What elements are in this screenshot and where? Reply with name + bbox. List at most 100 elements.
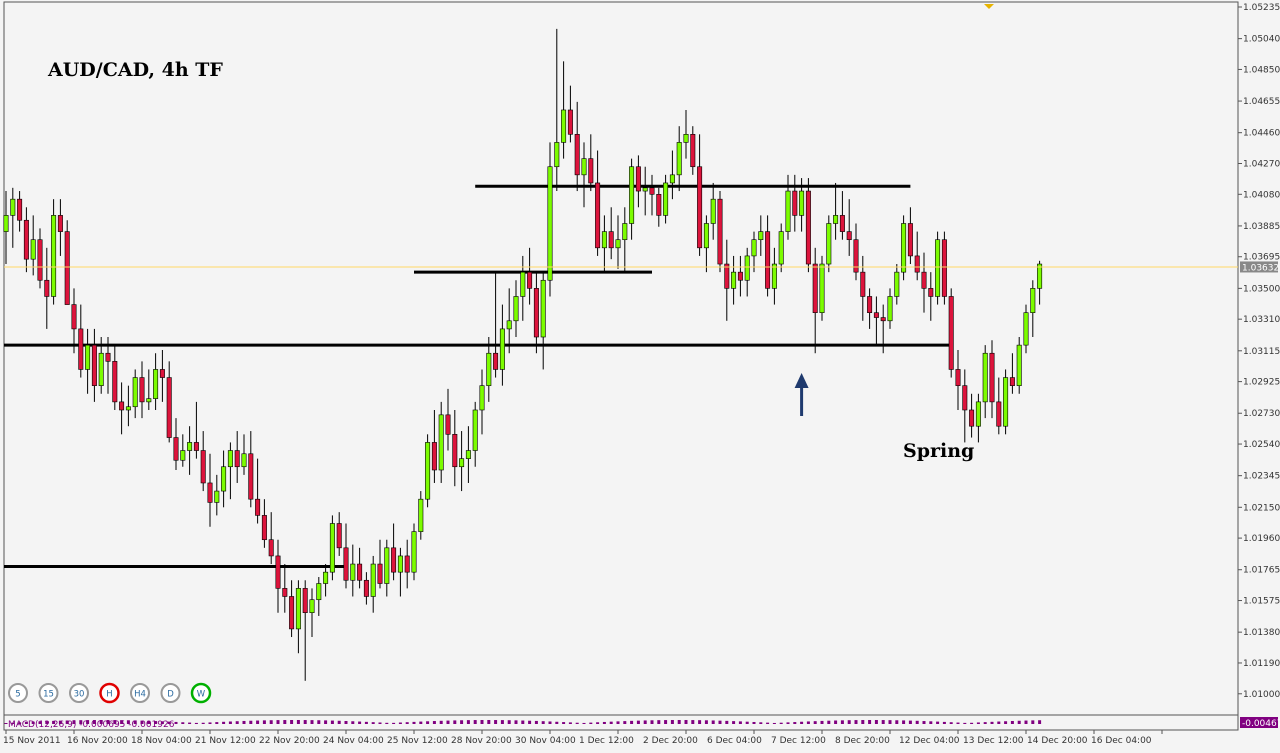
bear-candle-body xyxy=(962,385,968,411)
macd-bar xyxy=(432,721,436,724)
bull-candle-body xyxy=(1003,377,1009,427)
macd-bar xyxy=(385,722,389,724)
macd-bar xyxy=(779,722,783,724)
bull-candle-body xyxy=(125,406,131,411)
macd-bar xyxy=(330,720,334,724)
bear-candle-body xyxy=(391,547,397,573)
bull-candle-body xyxy=(10,198,16,216)
chart-window[interactable]: 1.05235 1.05040 1.04850 1.04655 1.04460 1.042… xyxy=(0,0,1280,749)
bear-candle-body xyxy=(119,401,125,411)
macd-bar xyxy=(636,720,640,724)
x-tick-label: 16 Dec 04:00 xyxy=(1091,736,1152,746)
bull-candle-body xyxy=(758,231,764,241)
macd-bar xyxy=(358,721,362,724)
macd-bar xyxy=(1024,720,1028,724)
bear-candle-body xyxy=(737,271,743,281)
timeframe-button-label: H4 xyxy=(134,690,146,700)
timeframe-button-w[interactable]: W xyxy=(190,682,212,704)
bull-candle-body xyxy=(51,215,57,297)
macd-bar xyxy=(813,721,817,724)
bull-candle-body xyxy=(622,223,628,241)
bear-candle-body xyxy=(873,312,879,318)
price-chart[interactable]: 1.05235 1.05040 1.04850 1.04655 1.04460 1.042… xyxy=(0,0,1280,749)
macd-bar xyxy=(269,720,273,724)
bear-candle-body xyxy=(941,239,947,297)
bull-candle-body xyxy=(329,523,335,573)
bear-candle-body xyxy=(255,498,261,516)
macd-bar xyxy=(630,720,634,724)
y-tick-label: 1.01190 xyxy=(1243,659,1280,669)
bull-candle-body xyxy=(397,555,403,573)
bear-candle-body xyxy=(377,563,383,584)
macd-bar xyxy=(317,720,321,724)
timeframe-button-h4[interactable]: H4 xyxy=(130,683,150,703)
macd-bar xyxy=(283,720,287,724)
chart-title: AUD/CAD, 4h TF xyxy=(47,59,223,81)
bear-candle-body xyxy=(792,190,798,216)
y-tick-label: 1.01575 xyxy=(1243,597,1280,607)
macd-bar xyxy=(908,720,912,724)
timeframe-button-h[interactable]: H xyxy=(99,682,120,704)
bull-candle-body xyxy=(465,450,471,459)
bull-candle-body xyxy=(629,166,635,224)
macd-bar xyxy=(725,720,729,724)
macd-bar xyxy=(174,721,178,724)
macd-bar xyxy=(997,721,1001,724)
macd-bar xyxy=(684,720,688,724)
macd-bar xyxy=(473,720,477,724)
y-tick-label: 1.03695 xyxy=(1243,253,1280,263)
bear-candle-body xyxy=(275,555,281,589)
macd-bar xyxy=(596,722,600,724)
x-tick-label: 15 Nov 2011 xyxy=(3,736,61,746)
bull-candle-body xyxy=(479,385,485,411)
y-tick-label: 1.02925 xyxy=(1243,378,1280,388)
timeframe-button-label: 30 xyxy=(74,690,85,700)
bear-candle-body xyxy=(336,523,342,549)
macd-bar xyxy=(752,721,756,724)
timeframe-button-label: D xyxy=(167,690,174,700)
macd-bar xyxy=(507,720,511,724)
bear-candle-body xyxy=(452,434,458,468)
macd-bar xyxy=(500,720,504,724)
bear-candle-body xyxy=(914,255,920,273)
bull-candle-body xyxy=(323,571,329,584)
timeframe-button-15[interactable]: 15 xyxy=(38,683,59,703)
macd-bar xyxy=(745,721,749,724)
bear-candle-body xyxy=(948,296,954,370)
macd-bar xyxy=(895,720,899,724)
x-tick-label: 18 Nov 04:00 xyxy=(131,736,192,746)
macd-bar xyxy=(303,720,307,724)
macd-bar xyxy=(453,720,457,724)
bull-candle-body xyxy=(751,239,757,257)
bull-candle-body xyxy=(316,583,322,601)
timeframe-button-d[interactable]: D xyxy=(160,683,181,703)
bear-candle-body xyxy=(268,539,274,557)
macd-bar xyxy=(956,722,960,724)
bull-candle-body xyxy=(295,588,301,630)
bear-candle-body xyxy=(357,563,363,581)
macd-bar xyxy=(711,720,715,724)
bear-candle-body xyxy=(91,344,97,386)
bear-candle-body xyxy=(404,555,410,573)
macd-bar xyxy=(582,722,586,724)
bull-candle-body xyxy=(221,466,227,492)
timeframe-button-30[interactable]: 30 xyxy=(69,683,89,703)
macd-bar xyxy=(677,720,681,724)
x-tick-label: 12 Dec 04:00 xyxy=(899,736,960,746)
bear-candle-body xyxy=(533,288,539,338)
bull-candle-body xyxy=(438,414,444,471)
x-tick-label: 22 Nov 20:00 xyxy=(259,736,320,746)
macd-bar xyxy=(446,720,450,724)
x-tick-label: 6 Dec 04:00 xyxy=(707,736,762,746)
timeframe-button-5[interactable]: 5 xyxy=(8,683,28,703)
bear-candle-body xyxy=(207,482,213,503)
candle xyxy=(826,215,832,273)
macd-bar xyxy=(256,720,260,724)
bull-candle-body xyxy=(146,398,152,403)
macd-bar xyxy=(555,721,559,724)
macd-bar xyxy=(398,722,402,724)
candle xyxy=(805,178,811,273)
bull-candle-body xyxy=(642,187,648,192)
macd-bar xyxy=(732,721,736,724)
macd-bar xyxy=(188,722,192,724)
